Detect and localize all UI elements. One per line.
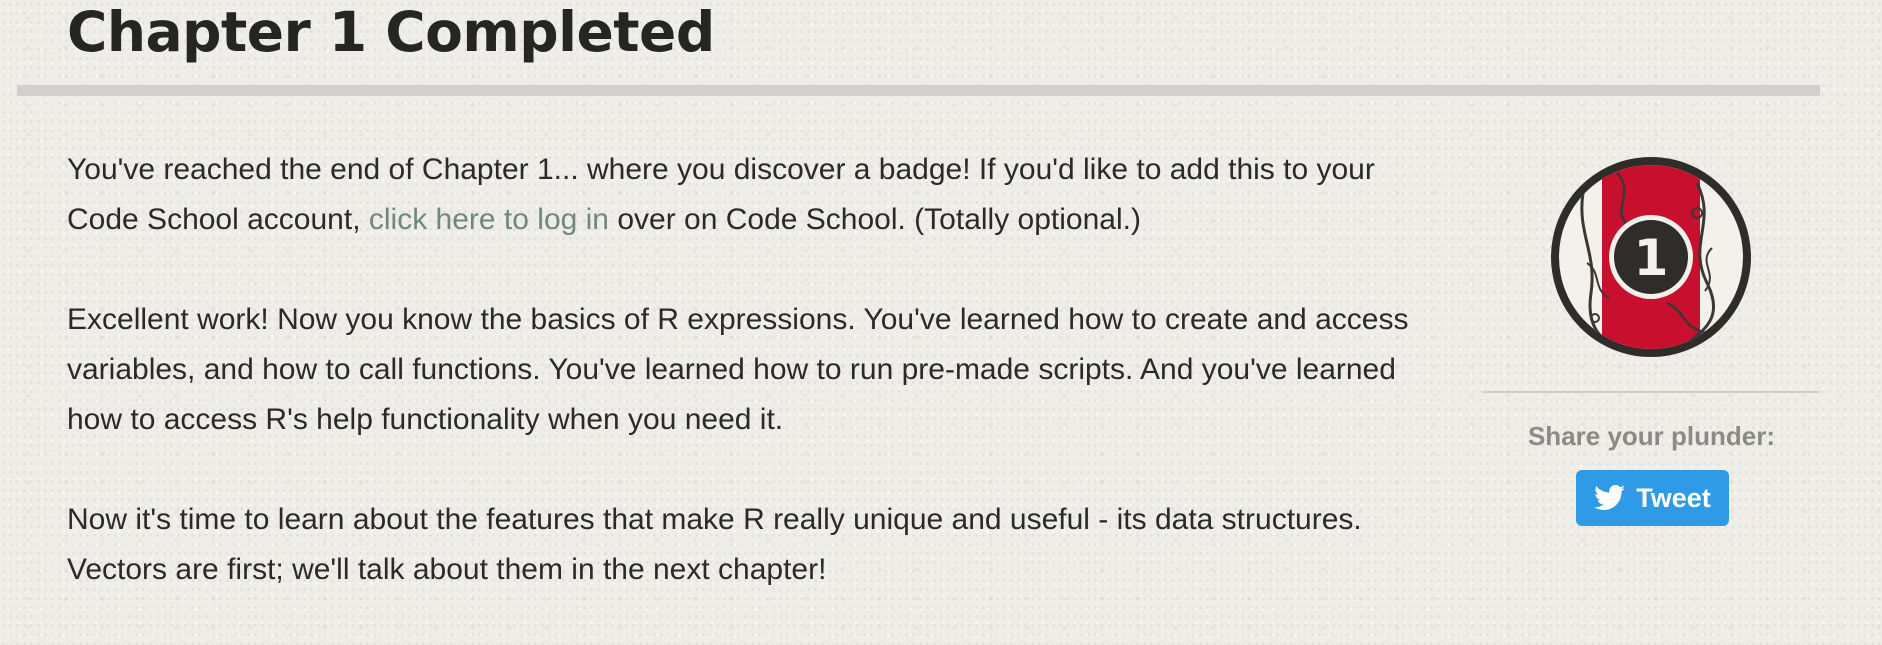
chapter-badge-icon: 1: [1551, 157, 1751, 357]
page-title: Chapter 1 Completed: [67, 0, 715, 64]
badge-number: 1: [1634, 229, 1669, 287]
tweet-label: Tweet: [1636, 482, 1711, 513]
paragraph-badge-intro: You've reached the end of Chapter 1... w…: [67, 145, 1447, 245]
chapter-summary: You've reached the end of Chapter 1... w…: [67, 145, 1447, 645]
title-divider: [17, 85, 1820, 96]
login-link[interactable]: click here to log in: [369, 203, 609, 236]
sidebar-divider: [1483, 391, 1820, 393]
paragraph-text: over on Code School. (Totally optional.): [609, 203, 1141, 236]
paragraph-next-chapter: Now it's time to learn about the feature…: [67, 503, 1362, 586]
share-label: Share your plunder:: [1527, 421, 1776, 451]
twitter-bird-icon: [1594, 485, 1626, 510]
paragraph-recap: Excellent work! Now you know the basics …: [67, 303, 1409, 436]
tweet-button[interactable]: Tweet: [1576, 470, 1729, 526]
